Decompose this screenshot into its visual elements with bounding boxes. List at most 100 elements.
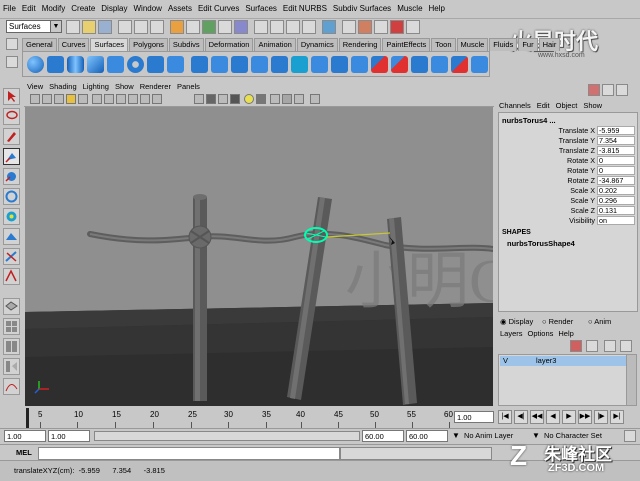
layout-four-icon[interactable] [3, 318, 20, 335]
channel-edit-menu[interactable]: Edit [534, 100, 553, 112]
camera-attributes-icon[interactable] [30, 94, 40, 104]
select-hierarchy-icon[interactable] [118, 20, 132, 34]
nurbs-torus-icon[interactable] [127, 56, 144, 73]
move-layer-down-icon[interactable] [620, 340, 632, 352]
channel-value[interactable]: -5.959 [597, 126, 635, 135]
menu-edit[interactable]: Edit [19, 0, 39, 18]
xray-icon[interactable] [270, 94, 280, 104]
nurbs-square-icon[interactable] [167, 56, 184, 73]
viewport-menu-renderer[interactable]: Renderer [137, 82, 174, 92]
layer-mode-display[interactable]: ◉ Display [500, 317, 533, 326]
menu-modify[interactable]: Modify [39, 0, 69, 18]
trim-tool-icon[interactable] [391, 56, 408, 73]
shelf-tab-animation[interactable]: Animation [254, 38, 296, 51]
new-layer-icon[interactable] [570, 340, 582, 352]
viewport-menu-view[interactable]: View [24, 82, 46, 92]
shelf-tab-curves[interactable]: Curves [57, 38, 90, 51]
menu-muscle[interactable]: Muscle [394, 0, 425, 18]
play-backwards-icon[interactable]: ◀ [546, 410, 560, 424]
new-scene-icon[interactable] [66, 20, 80, 34]
step-forward-icon[interactable]: |▶ [594, 410, 608, 424]
save-scene-icon[interactable] [98, 20, 112, 34]
channel-show-menu[interactable]: Show [580, 100, 605, 112]
nurbs-plane-icon[interactable] [107, 56, 124, 73]
command-input[interactable] [38, 447, 340, 460]
smooth-shade-icon[interactable] [206, 94, 216, 104]
channel-value[interactable]: 0 [597, 166, 635, 175]
command-language-label[interactable]: MEL [16, 448, 32, 457]
shelf-tab-surfaces[interactable]: Surfaces [90, 38, 129, 51]
move-tool-icon[interactable] [3, 148, 20, 165]
select-component-icon[interactable] [150, 20, 164, 34]
project-curve-icon[interactable] [351, 56, 368, 73]
channel-value[interactable]: -3.815 [597, 146, 635, 155]
mask-curves-icon[interactable] [202, 20, 216, 34]
channel-value[interactable]: 7.354 [597, 136, 635, 145]
go-to-end-icon[interactable]: ▶| [610, 410, 624, 424]
shelf-tab-deformation[interactable]: Deformation [204, 38, 254, 51]
channel-row[interactable]: Scale Y 0.296 [499, 196, 637, 206]
range-slider-handle[interactable] [95, 432, 359, 440]
menu-edit-curves[interactable]: Edit Curves [195, 0, 242, 18]
menu-edit-nurbs[interactable]: Edit NURBS [280, 0, 330, 18]
bookmark-icon[interactable] [42, 94, 52, 104]
show-manipulator-icon[interactable] [3, 248, 20, 265]
render-view-icon[interactable] [342, 20, 356, 34]
film-gate-icon[interactable] [92, 94, 102, 104]
go-to-start-icon[interactable]: |◀ [498, 410, 512, 424]
rotate-tool-icon[interactable] [3, 168, 20, 185]
channels-menu[interactable]: Channels [496, 100, 534, 112]
bevel-icon[interactable] [331, 56, 348, 73]
extrude-icon[interactable] [251, 56, 268, 73]
channel-row[interactable]: Rotate Y0 [499, 166, 637, 176]
channel-row[interactable]: Scale X 0.202 [499, 186, 637, 196]
channel-value[interactable]: on [597, 216, 635, 225]
layer-visibility-toggle[interactable]: V [503, 356, 508, 366]
gate-mask-icon[interactable] [116, 94, 126, 104]
shelf-tab-general[interactable]: General [22, 38, 57, 51]
channel-value[interactable]: 0.296 [597, 196, 635, 205]
mask-joints-icon[interactable] [186, 20, 200, 34]
anim-layer-icon[interactable]: ▼ [452, 431, 460, 440]
snap-point-icon[interactable] [286, 20, 300, 34]
range-slider[interactable] [94, 431, 360, 441]
menu-assets[interactable]: Assets [165, 0, 195, 18]
untrim-icon[interactable] [411, 56, 428, 73]
last-tool-icon[interactable] [3, 268, 20, 285]
shelf-tab-muscle[interactable]: Muscle [456, 38, 489, 51]
open-scene-icon[interactable] [82, 20, 96, 34]
channel-row[interactable]: Rotate Z -34.867 [499, 176, 637, 186]
step-forward-key-icon[interactable]: ▶▶ [578, 410, 592, 424]
square-surface-icon[interactable] [311, 56, 328, 73]
scale-tool-icon[interactable] [3, 188, 20, 205]
nurbs-cube-icon[interactable] [47, 56, 64, 73]
menu-create[interactable]: Create [68, 0, 98, 18]
shelf-options-icon[interactable] [6, 56, 18, 68]
snap-grid-icon[interactable] [254, 20, 268, 34]
layer-name[interactable]: layer3 [536, 356, 556, 366]
perspective-viewport[interactable]: 小明CG [25, 107, 493, 406]
menu-window[interactable]: Window [131, 0, 165, 18]
viewport-menu-panels[interactable]: Panels [174, 82, 203, 92]
shelf-menu-icon[interactable] [6, 38, 18, 50]
options-menu[interactable]: Options [528, 329, 554, 338]
nurbs-sphere-icon[interactable] [27, 56, 44, 73]
safe-action-icon[interactable] [140, 94, 150, 104]
loft-icon[interactable] [211, 56, 228, 73]
viewport-menu-lighting[interactable]: Lighting [80, 82, 112, 92]
menu-display[interactable]: Display [98, 0, 130, 18]
channel-row[interactable]: Scale Z 0.131 [499, 206, 637, 216]
layout-single-icon[interactable] [3, 298, 20, 315]
select-object-icon[interactable] [134, 20, 148, 34]
shelf-tab-polygons[interactable]: Polygons [129, 38, 168, 51]
channel-box-toggle-icon[interactable] [616, 84, 628, 96]
xray-joints-icon[interactable] [294, 94, 304, 104]
channel-row[interactable]: Translate X -5.959 [499, 126, 637, 136]
play-forwards-icon[interactable]: ▶ [562, 410, 576, 424]
current-time-marker[interactable] [26, 408, 29, 428]
shelf-tab-fluids[interactable]: Fluids [489, 38, 518, 51]
revolve-icon[interactable] [191, 56, 208, 73]
birail-icon[interactable] [271, 56, 288, 73]
playback-start-field[interactable]: 1.00 [48, 430, 90, 442]
snap-curve-icon[interactable] [270, 20, 284, 34]
